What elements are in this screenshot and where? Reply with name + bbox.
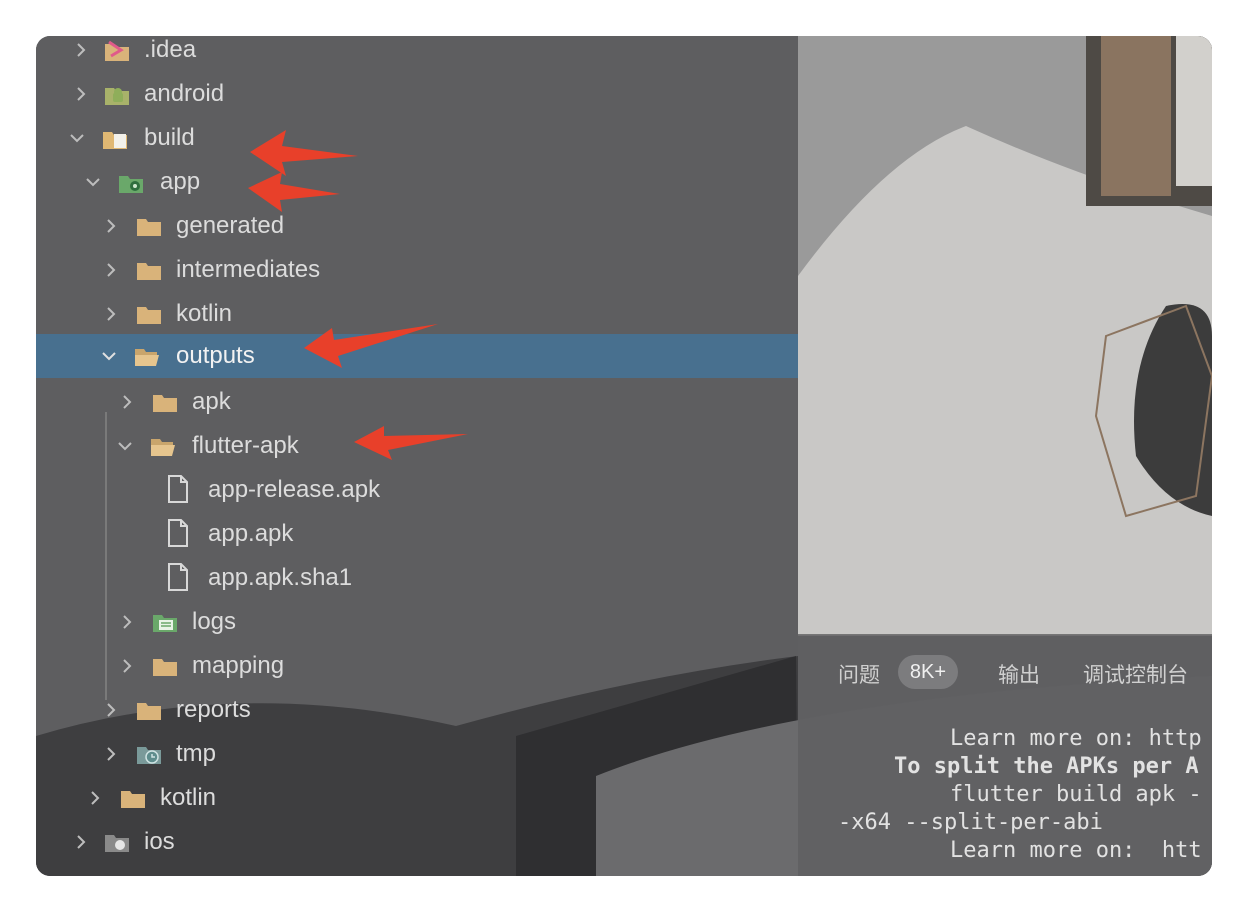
- tree-item-kotlin-2[interactable]: kotlin: [36, 776, 798, 820]
- file-icon: [166, 475, 190, 503]
- file-icon: [166, 519, 190, 547]
- folder-icon: [136, 214, 162, 238]
- tree-item-label: tmp: [176, 740, 217, 767]
- tab-output[interactable]: 输出: [998, 659, 1040, 689]
- folder-icon: [136, 302, 162, 326]
- terminal-output: Learn more on: http To split the APKs pe…: [798, 725, 1212, 876]
- tree-item-label: app: [160, 168, 201, 195]
- tree-item-label: apk: [192, 388, 231, 415]
- folder-open-icon: [150, 434, 176, 458]
- tree-item-label: flutter-apk: [192, 432, 299, 459]
- tree-item-label: kotlin: [176, 300, 233, 327]
- folder-icon: [120, 786, 146, 810]
- tree-item-app-apk-sha1[interactable]: app.apk.sha1: [36, 556, 798, 600]
- tree-item-build[interactable]: build: [36, 116, 798, 160]
- terminal-line: Learn more on: http: [950, 726, 1202, 751]
- tree-item-generated[interactable]: generated: [36, 204, 798, 248]
- tree-item-outputs[interactable]: outputs: [36, 334, 798, 378]
- tree-item-label: mapping: [192, 652, 285, 679]
- terminal-line: -x64 --split-per-abi: [838, 810, 1103, 835]
- chevron-right-icon[interactable]: [118, 393, 136, 411]
- chevron-down-icon[interactable]: [100, 347, 118, 365]
- chevron-right-icon[interactable]: [72, 41, 90, 59]
- tree-item-label: ios: [144, 828, 175, 855]
- ide-window: .idea android build app generated interm…: [36, 36, 1212, 876]
- terminal-line: Learn more on: htt: [950, 838, 1202, 863]
- tree-item-label: .idea: [144, 36, 197, 63]
- tree-item-reports[interactable]: reports: [36, 688, 798, 732]
- logs-folder-icon: [152, 610, 178, 634]
- tab-problems[interactable]: 问题: [838, 659, 880, 689]
- tab-debug-console[interactable]: 调试控制台: [1083, 659, 1188, 689]
- chevron-right-icon[interactable]: [118, 613, 136, 631]
- tree-item-label: android: [144, 80, 225, 107]
- folder-open-icon: [134, 344, 160, 368]
- chevron-down-icon[interactable]: [68, 129, 86, 147]
- tree-item-logs[interactable]: logs: [36, 600, 798, 644]
- chevron-right-icon[interactable]: [102, 701, 120, 719]
- tree-item-app[interactable]: app: [36, 160, 798, 204]
- tree-item-label: intermediates: [176, 256, 321, 283]
- terminal-line: To split the APKs per A: [894, 754, 1199, 779]
- tree-item-label: app-release.apk: [208, 476, 381, 503]
- tree-item-kotlin[interactable]: kotlin: [36, 292, 798, 336]
- tree-item-ios[interactable]: ios: [36, 820, 798, 864]
- chevron-right-icon[interactable]: [86, 789, 104, 807]
- tree-item-idea[interactable]: .idea: [36, 36, 798, 72]
- problems-count-badge: 8K+: [898, 655, 958, 689]
- folder-icon: [136, 698, 162, 722]
- chevron-right-icon[interactable]: [72, 833, 90, 851]
- chevron-right-icon[interactable]: [72, 85, 90, 103]
- tree-item-label: outputs: [176, 342, 255, 369]
- tree-item-app-release-apk[interactable]: app-release.apk: [36, 468, 798, 512]
- tmp-folder-icon: [136, 742, 162, 766]
- module-folder-icon: [118, 170, 144, 194]
- tree-item-app-apk[interactable]: app.apk: [36, 512, 798, 556]
- tree-item-apk[interactable]: apk: [36, 380, 798, 424]
- folder-icon: [136, 258, 162, 282]
- tree-item-label: generated: [176, 212, 285, 239]
- ios-folder-icon: [104, 830, 130, 854]
- chevron-right-icon[interactable]: [102, 217, 120, 235]
- tree-item-partial: [36, 864, 798, 876]
- tree-item-label: app.apk: [208, 520, 294, 547]
- tree-item-label: reports: [176, 696, 251, 723]
- tree-item-tmp[interactable]: tmp: [36, 732, 798, 776]
- folder-icon: [104, 874, 130, 876]
- idea-folder-icon: [104, 38, 130, 62]
- bottom-panel: 问题 8K+ 输出 调试控制台 Learn more on: http To s…: [798, 634, 1212, 876]
- tree-item-flutter-apk[interactable]: flutter-apk: [36, 424, 798, 468]
- file-icon: [166, 563, 190, 591]
- excluded-folder-icon: [102, 126, 128, 150]
- chevron-right-icon[interactable]: [102, 745, 120, 763]
- project-tree: .idea android build app generated interm…: [36, 36, 798, 876]
- tree-item-label: kotlin: [160, 784, 217, 811]
- terminal-line: flutter build apk -: [950, 782, 1202, 807]
- folder-icon: [152, 390, 178, 414]
- tree-item-mapping[interactable]: mapping: [36, 644, 798, 688]
- tree-item-intermediates[interactable]: intermediates: [36, 248, 798, 292]
- chevron-down-icon[interactable]: [84, 173, 102, 191]
- android-folder-icon: [104, 82, 130, 106]
- chevron-right-icon[interactable]: [118, 657, 136, 675]
- tree-item-label: logs: [192, 608, 237, 635]
- chevron-down-icon[interactable]: [116, 437, 134, 455]
- tree-item-label: build: [144, 124, 195, 151]
- tree-item-android[interactable]: android: [36, 72, 798, 116]
- folder-icon: [152, 654, 178, 678]
- chevron-right-icon[interactable]: [102, 305, 120, 323]
- chevron-right-icon[interactable]: [102, 261, 120, 279]
- tree-item-label: app.apk.sha1: [208, 564, 353, 591]
- panel-tabs: 问题 8K+ 输出 调试控制台: [798, 653, 1212, 693]
